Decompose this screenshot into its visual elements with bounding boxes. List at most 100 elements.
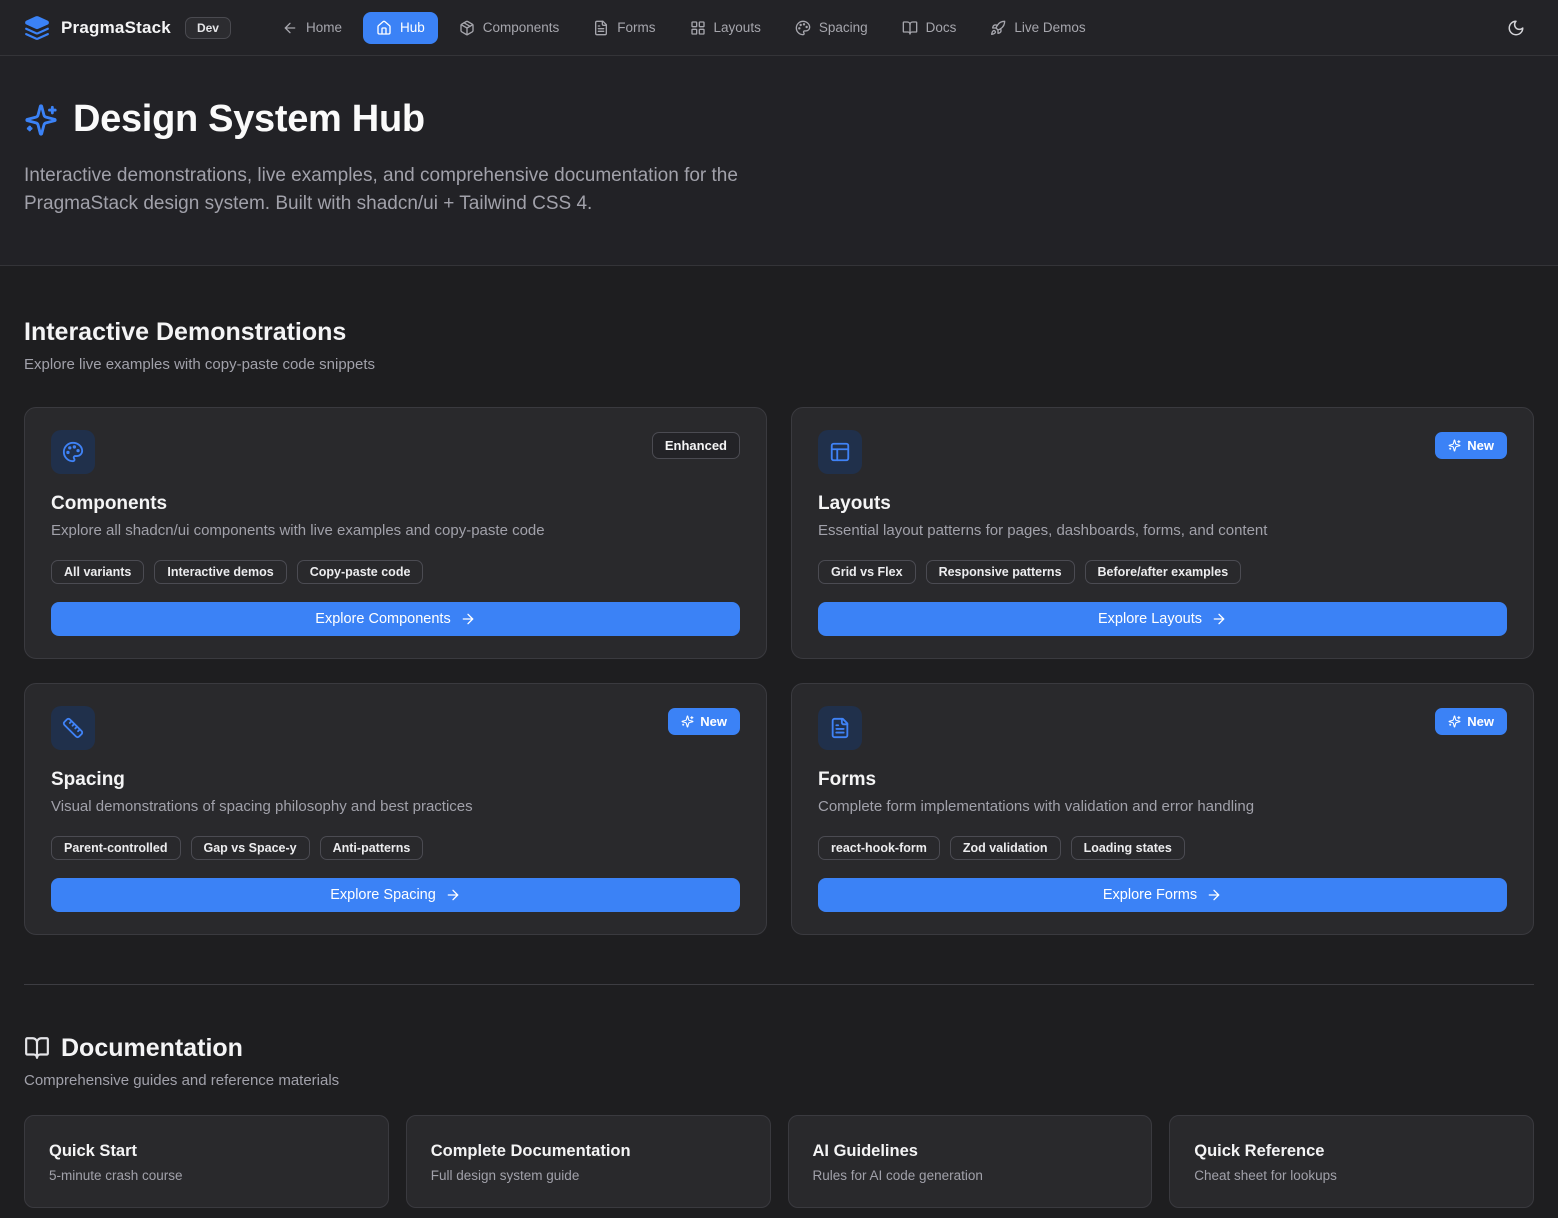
- doc-card-title: Complete Documentation: [431, 1142, 746, 1161]
- house-icon: [376, 20, 392, 36]
- tag: Responsive patterns: [926, 560, 1075, 584]
- rocket-icon: [990, 20, 1006, 36]
- layers-icon: [24, 15, 50, 41]
- book-open-icon: [24, 1035, 50, 1061]
- card-title: Forms: [818, 769, 1507, 791]
- nav-item-components[interactable]: Components: [446, 12, 573, 44]
- palette-icon: [795, 20, 811, 36]
- sparkles-icon: [24, 103, 58, 137]
- package-icon: [459, 20, 475, 36]
- demo-card-forms: New Forms Complete form implementations …: [791, 683, 1534, 935]
- panels-top-left-icon: [829, 441, 851, 463]
- file-text-icon: [829, 717, 851, 739]
- moon-icon: [1507, 19, 1525, 37]
- components-card-tile: [51, 430, 95, 474]
- card-description: Complete form implementations with valid…: [818, 798, 1507, 815]
- spacing-card-tile: [51, 706, 95, 750]
- nav-item-layouts[interactable]: Layouts: [677, 12, 774, 44]
- docs-section-header: Documentation Comprehensive guides and r…: [24, 1034, 1534, 1089]
- tag-row: Parent-controlled Gap vs Space-y Anti-pa…: [51, 836, 740, 860]
- sparkles-icon: [1448, 715, 1461, 728]
- nav-item-live-demos[interactable]: Live Demos: [977, 12, 1098, 44]
- doc-card-ai-guidelines[interactable]: AI Guidelines Rules for AI code generati…: [788, 1115, 1153, 1208]
- doc-card-title: Quick Reference: [1194, 1142, 1509, 1161]
- nav-item-spacing[interactable]: Spacing: [782, 12, 881, 44]
- theme-toggle-button[interactable]: [1498, 10, 1534, 46]
- card-title: Spacing: [51, 769, 740, 791]
- tag: Interactive demos: [154, 560, 286, 584]
- doc-card-description: 5-minute crash course: [49, 1168, 364, 1183]
- explore-forms-button[interactable]: Explore Forms: [818, 878, 1507, 912]
- arrow-right-icon: [445, 887, 461, 903]
- enhanced-badge: Enhanced: [652, 432, 740, 459]
- doc-card-title: Quick Start: [49, 1142, 364, 1161]
- doc-card-description: Rules for AI code generation: [813, 1168, 1128, 1183]
- docs-heading: Documentation: [61, 1034, 243, 1063]
- explore-spacing-button[interactable]: Explore Spacing: [51, 878, 740, 912]
- book-open-icon: [902, 20, 918, 36]
- ruler-icon: [62, 717, 84, 739]
- card-description: Visual demonstrations of spacing philoso…: [51, 798, 740, 815]
- arrow-left-icon: [282, 20, 298, 36]
- demos-section-header: Interactive Demonstrations Explore live …: [24, 318, 1534, 373]
- card-title: Layouts: [818, 493, 1507, 515]
- demos-subheading: Explore live examples with copy-paste co…: [24, 356, 1534, 373]
- arrow-right-icon: [1206, 887, 1222, 903]
- top-navbar: PragmaStack Dev Home Hub Components Form…: [0, 0, 1558, 56]
- demos-heading: Interactive Demonstrations: [24, 318, 1534, 347]
- page-title: Design System Hub: [73, 98, 425, 141]
- nav-item-home[interactable]: Home: [269, 12, 355, 44]
- tag: Gap vs Space-y: [191, 836, 310, 860]
- main-content: Interactive Demonstrations Explore live …: [0, 318, 1558, 1208]
- env-badge: Dev: [185, 17, 231, 39]
- explore-components-button[interactable]: Explore Components: [51, 602, 740, 636]
- new-badge: New: [1435, 708, 1507, 735]
- arrow-right-icon: [1211, 611, 1227, 627]
- tag: react-hook-form: [818, 836, 940, 860]
- brand-name: PragmaStack: [61, 18, 171, 38]
- tag: Parent-controlled: [51, 836, 181, 860]
- nav-item-hub[interactable]: Hub: [363, 12, 438, 44]
- demo-card-grid: Enhanced Components Explore all shadcn/u…: [24, 407, 1534, 935]
- demo-card-spacing: New Spacing Visual demonstrations of spa…: [24, 683, 767, 935]
- section-divider: [24, 984, 1534, 985]
- tag: Copy-paste code: [297, 560, 424, 584]
- tag: Zod validation: [950, 836, 1061, 860]
- doc-card-quick-start[interactable]: Quick Start 5-minute crash course: [24, 1115, 389, 1208]
- tag: Anti-patterns: [320, 836, 424, 860]
- tag-row: All variants Interactive demos Copy-past…: [51, 560, 740, 584]
- sparkles-icon: [681, 715, 694, 728]
- layout-grid-icon: [690, 20, 706, 36]
- explore-layouts-button[interactable]: Explore Layouts: [818, 602, 1507, 636]
- nav-item-forms[interactable]: Forms: [580, 12, 668, 44]
- doc-card-quick-reference[interactable]: Quick Reference Cheat sheet for lookups: [1169, 1115, 1534, 1208]
- card-description: Explore all shadcn/ui components with li…: [51, 522, 740, 539]
- nav-item-docs[interactable]: Docs: [889, 12, 970, 44]
- tag: Loading states: [1071, 836, 1185, 860]
- arrow-right-icon: [460, 611, 476, 627]
- forms-card-tile: [818, 706, 862, 750]
- doc-card-title: AI Guidelines: [813, 1142, 1128, 1161]
- tag-row: Grid vs Flex Responsive patterns Before/…: [818, 560, 1507, 584]
- sparkles-icon: [1448, 439, 1461, 452]
- demo-card-layouts: New Layouts Essential layout patterns fo…: [791, 407, 1534, 659]
- new-badge: New: [1435, 432, 1507, 459]
- doc-card-description: Full design system guide: [431, 1168, 746, 1183]
- file-text-icon: [593, 20, 609, 36]
- main-nav: Home Hub Components Forms Layouts Spacin…: [269, 12, 1099, 44]
- tag: Before/after examples: [1085, 560, 1242, 584]
- hero-section: Design System Hub Interactive demonstrat…: [0, 56, 1558, 266]
- demo-card-components: Enhanced Components Explore all shadcn/u…: [24, 407, 767, 659]
- tag: All variants: [51, 560, 144, 584]
- brand-logo[interactable]: PragmaStack: [24, 15, 171, 41]
- tag: Grid vs Flex: [818, 560, 916, 584]
- palette-icon: [62, 441, 84, 463]
- doc-card-complete-documentation[interactable]: Complete Documentation Full design syste…: [406, 1115, 771, 1208]
- doc-card-description: Cheat sheet for lookups: [1194, 1168, 1509, 1183]
- tag-row: react-hook-form Zod validation Loading s…: [818, 836, 1507, 860]
- new-badge: New: [668, 708, 740, 735]
- layouts-card-tile: [818, 430, 862, 474]
- card-title: Components: [51, 493, 740, 515]
- card-description: Essential layout patterns for pages, das…: [818, 522, 1507, 539]
- docs-card-grid: Quick Start 5-minute crash course Comple…: [24, 1115, 1534, 1208]
